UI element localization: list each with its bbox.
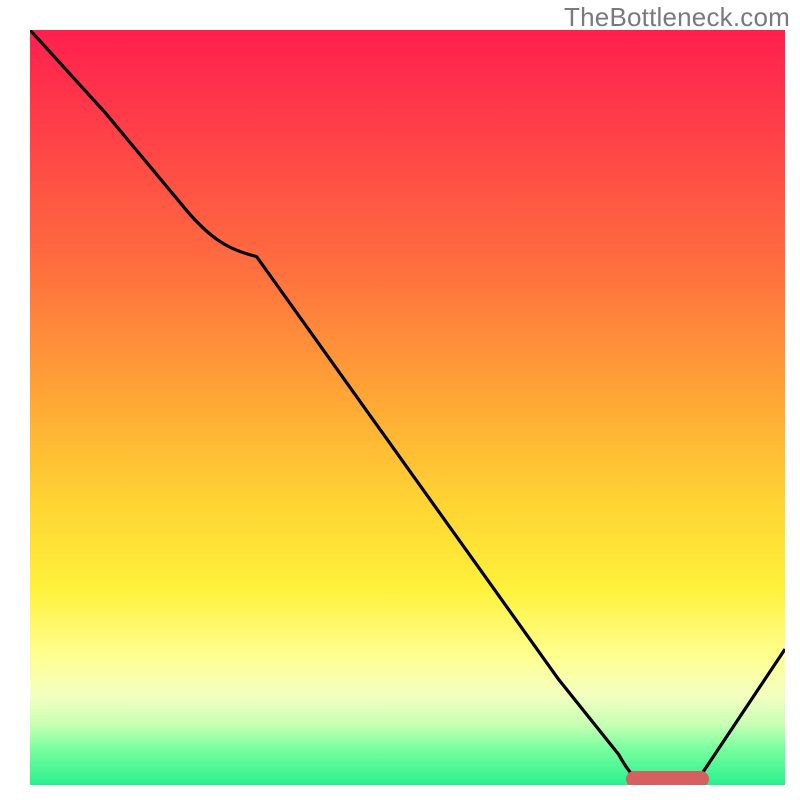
bottleneck-curve-path [30,30,785,785]
bottleneck-chart: TheBottleneck.com [0,0,800,800]
optimal-range-marker [626,771,709,785]
source-watermark: TheBottleneck.com [564,2,790,33]
plot-area [30,30,785,785]
curve-layer [30,30,785,785]
